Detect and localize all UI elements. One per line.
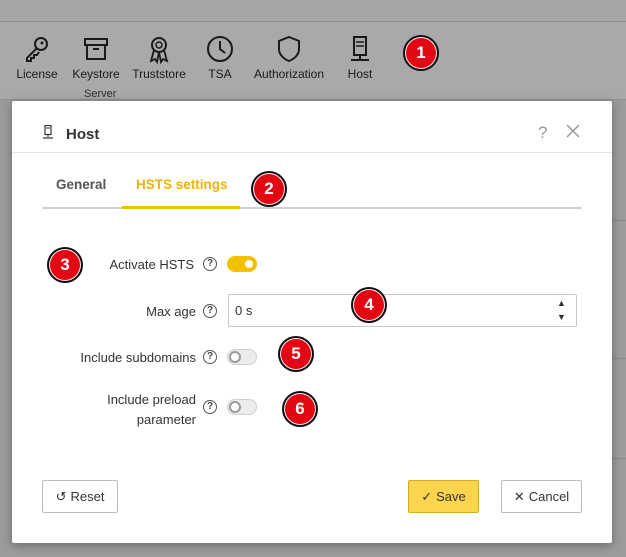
include-subdomains-toggle[interactable] [227,349,257,365]
ribbon-license-button[interactable]: License [14,34,60,81]
dialog-header: Host ? [12,101,612,153]
archive-box-icon [84,38,108,60]
undo-icon: ↺ [55,488,67,504]
dialog-title: Host [66,126,100,143]
help-icon[interactable]: ? [203,257,217,271]
reset-button[interactable]: ↺ Reset [42,480,118,513]
toggle-knob [229,351,241,363]
host-dialog: Host ? General HSTS settings Activate HS… [12,101,612,543]
include-subdomains-label: Include subdomains [80,350,196,365]
reset-label: Reset [70,489,105,504]
toggle-knob [229,401,241,413]
save-label: Save [436,489,466,504]
close-icon: ✕ [513,488,525,504]
include-preload-toggle[interactable] [227,399,257,415]
activate-hsts-toggle[interactable] [227,256,257,272]
marker-5: 5 [278,336,314,372]
max-age-value: 0 s [235,303,253,318]
help-icon[interactable]: ? [203,304,217,318]
ribbon-toolbar: License Keystore Truststore TSA Authoriz… [0,22,626,100]
ribbon-tsa-label: TSA [208,67,232,81]
check-icon: ✓ [421,488,433,504]
include-preload-label: Include preload parameter [42,390,196,430]
ribbon-keystore-label: Keystore [72,67,120,81]
max-age-input[interactable]: 0 s ▲ ▼ [228,294,577,327]
help-icon[interactable]: ? [203,400,217,414]
ribbon-keystore-button[interactable]: Keystore [70,34,122,81]
ribbon-host-button[interactable]: Host [340,34,380,81]
toggle-knob [243,258,255,270]
dialog-tabs: General HSTS settings [42,171,582,209]
ribbon-authorization-button[interactable]: Authorization [250,34,328,81]
marker-6: 6 [282,391,318,427]
include-preload-label-line2: parameter [136,412,196,427]
cancel-button[interactable]: ✕ Cancel [501,480,582,513]
shield-icon [278,35,300,63]
marker-1: 1 [403,35,439,71]
save-button[interactable]: ✓ Save [408,480,479,513]
marker-3: 3 [47,247,83,283]
ribbon-host-label: Host [347,67,373,81]
key-icon [26,37,48,62]
award-ribbon-icon [149,37,169,64]
ribbon-authorization-label: Authorization [253,67,325,81]
server-host-icon [43,125,53,139]
ribbon-group-label: Server [84,88,117,100]
tab-hsts-settings[interactable]: HSTS settings [122,171,240,209]
help-icon[interactable]: ? [203,350,217,364]
close-icon[interactable] [565,123,581,139]
tab-general[interactable]: General [56,171,106,209]
server-host-icon [351,36,369,61]
max-age-label: Max age [146,304,196,319]
ribbon-license-label: License [16,67,58,81]
ribbon-truststore-label: Truststore [132,67,186,81]
include-preload-label-line1: Include preload [107,392,196,407]
app-top-bar [0,0,626,22]
marker-2: 2 [251,171,287,207]
help-icon[interactable]: ? [538,123,547,143]
marker-4: 4 [351,287,387,323]
chevron-up-icon[interactable]: ▲ [557,298,566,308]
chevron-down-icon[interactable]: ▼ [557,312,566,322]
clock-icon [207,36,233,62]
ribbon-truststore-button[interactable]: Truststore [128,34,190,81]
cancel-label: Cancel [528,489,570,504]
ribbon-tsa-button[interactable]: TSA [200,34,240,81]
